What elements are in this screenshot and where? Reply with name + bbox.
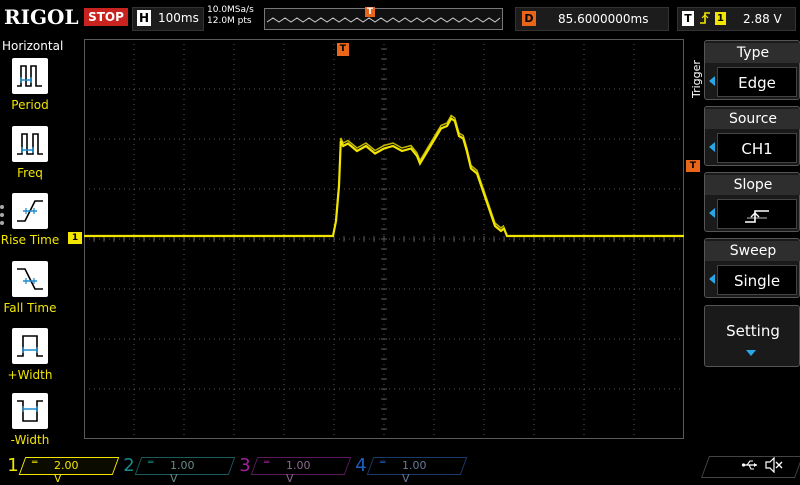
measure-period-item[interactable]: Period [0,58,60,122]
trigger-setting-button[interactable]: Setting [704,305,800,367]
channel-2-scale: 1.00 V [170,459,195,485]
measure-freq-label: Freq [17,166,43,180]
rising-slope-icon [717,199,797,229]
left-arrow-icon [709,76,715,86]
freq-icon [12,126,48,162]
ch1-waveform-trace [84,116,684,238]
horizontal-label: H [137,10,151,26]
run-stop-status[interactable]: STOP [84,8,128,26]
trigger-source-title: Source [705,109,800,129]
trigger-type-button[interactable]: Type Edge [704,40,800,100]
trigger-position-marker[interactable]: T [337,43,349,56]
measure-neg-width-item[interactable]: -Width [0,393,60,457]
measure-pos-width-label: +Width [7,368,53,382]
trigger-level-value: 2.88 V [743,12,782,26]
dc-coupling-icon: ═ [148,458,154,468]
trigger-sweep-value: Single [717,265,797,295]
trigger-slope-button[interactable]: Slope [704,172,800,232]
waveform-graticule [83,38,685,440]
sample-rate: 10.0MSa/s [207,5,254,15]
measure-fall-time-item[interactable]: Fall Time [0,261,60,325]
trigger-type-title: Type [705,43,800,63]
neg-width-icon [12,393,48,429]
delay-value: 85.6000000ms [558,12,649,26]
memory-depth: 12.0M pts [207,16,252,26]
brand-logo: RIGOL [4,5,79,29]
horizontal-timebase-box[interactable]: H 100ms [132,7,204,31]
channel-1-scale: 2.00 V [54,459,79,485]
trigger-sweep-button[interactable]: Sweep Single [704,238,800,298]
memory-overview-bar [264,8,503,30]
measure-period-label: Period [11,98,49,112]
speaker-muted-icon[interactable] [764,456,784,477]
left-arrow-icon [709,274,715,284]
ch1-waveform-envelope [335,114,505,229]
delay-box[interactable]: D 85.6000000ms [515,7,669,31]
fall-time-icon [12,261,48,297]
memory-trigger-marker: T [365,7,375,17]
timebase-value: 100ms [158,11,199,25]
rising-edge-icon [698,10,712,30]
rise-time-icon [12,193,48,229]
dc-coupling-icon: ═ [32,458,38,468]
trigger-type-value: Edge [717,67,797,97]
trigger-menu: Type Edge Source CH1 Slope Sweep Single … [704,40,800,440]
measurement-category-title: Horizontal [2,39,64,53]
trigger-menu-title: Trigger [690,60,703,98]
trigger-slope-title: Slope [705,175,800,195]
measure-fall-time-label: Fall Time [3,301,57,315]
channel-4-scale: 1.00 V [402,459,427,485]
dc-coupling-icon: ═ [264,458,270,468]
trigger-source-value: CH1 [717,133,797,163]
measure-pos-width-item[interactable]: +Width [0,328,60,392]
trigger-status-box[interactable]: T 1 2.88 V [677,7,796,31]
measure-rise-time-label: Rise Time [0,233,60,247]
pos-width-icon [12,328,48,364]
acquisition-info: 10.0MSa/s 12.0M pts [207,5,254,27]
left-arrow-icon [709,142,715,152]
left-arrow-icon [709,208,715,218]
measurement-panel: Horizontal Period Freq Rise Time Fall Ti… [0,37,64,453]
trigger-setting-title: Setting [726,322,780,340]
trigger-source-button[interactable]: Source CH1 [704,106,800,166]
measure-rise-time-item[interactable]: Rise Time [0,193,60,257]
channel-3-scale: 1.00 V [286,459,311,485]
measure-freq-item[interactable]: Freq [0,126,60,190]
top-status-bar: RIGOL STOP H 100ms 10.0MSa/s 12.0M pts T… [0,0,800,36]
trigger-label: T [682,11,694,26]
usb-icon [741,458,759,475]
dc-coupling-icon: ═ [380,458,386,468]
delay-label: D [522,11,536,26]
ch1-offset-marker[interactable]: 1 [68,232,82,244]
measure-neg-width-label: -Width [10,433,50,447]
period-icon [12,58,48,94]
trigger-source-badge: 1 [715,12,726,25]
menu-side-title: Trigger [688,40,703,130]
trigger-sweep-title: Sweep [705,241,800,261]
trigger-level-marker[interactable]: T [686,160,700,172]
channel-status-bar: 1 ═ 2.00 V 2 ═ 1.00 V 3 ═ 1.00 V 4 ═ 1.0… [0,453,800,485]
down-arrow-icon [746,350,756,356]
memory-waveform-icon [266,17,501,23]
waveform-display[interactable] [83,38,685,440]
